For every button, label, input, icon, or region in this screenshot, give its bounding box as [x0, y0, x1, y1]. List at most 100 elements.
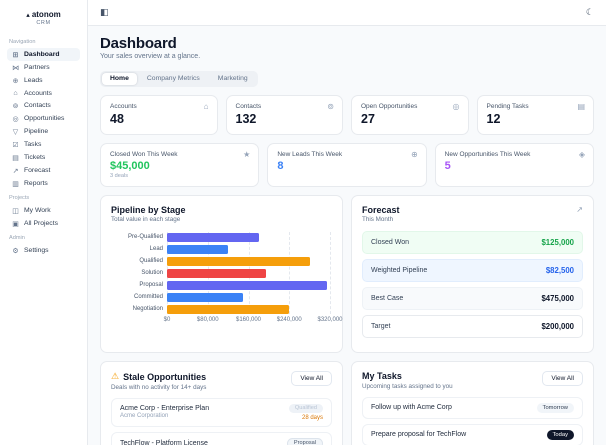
- sidebar-item-pipeline[interactable]: ▽ Pipeline: [7, 125, 80, 138]
- stale-subtitle: Deals with no activity for 14+ days: [111, 383, 207, 391]
- tasks-list: Follow up with Acme Corp Tomorrow Prepar…: [362, 396, 583, 445]
- partners-icon: ⋈: [12, 64, 19, 72]
- pipeline-chart: Pre-Qualified Lead Qualified Solution Pr…: [111, 231, 343, 325]
- tab-company-metrics[interactable]: Company Metrics: [139, 73, 208, 85]
- task-row[interactable]: Prepare proposal for TechFlow Today: [362, 423, 583, 445]
- stale-opportunity-meta: Proposal 21 days: [286, 437, 323, 445]
- main-area: ◧ ☾ Dashboard Your sales overview at a g…: [88, 0, 606, 445]
- sidebar-item-label: All Projects: [24, 220, 58, 227]
- sidebar-item-label: Contacts: [24, 102, 51, 109]
- stale-opportunity-row[interactable]: Acme Corp - Enterprise Plan Acme Corpora…: [111, 397, 332, 427]
- stat-value: 48: [110, 111, 124, 126]
- stat-label: Contacts: [235, 102, 262, 110]
- x-tick-label: $240,000: [276, 317, 302, 323]
- forecast-row: Best Case $475,000: [362, 287, 583, 310]
- chart-bar: [167, 280, 328, 290]
- sidebar-item-dashboard[interactable]: ⊞ Dashboard: [7, 48, 80, 61]
- logo-icon: ▴: [26, 11, 30, 19]
- accounts-icon: ⌂: [13, 89, 18, 97]
- sidebar-item-forecast[interactable]: ↗ Forecast: [7, 164, 80, 177]
- x-tick-label: $160,000: [235, 317, 262, 323]
- top-bar: ◧ ☾: [88, 0, 606, 26]
- stale-header: ⚠ Stale Opportunities Deals with no acti…: [111, 371, 206, 391]
- sidebar-item-all-projects[interactable]: ▣ All Projects: [7, 217, 80, 230]
- chart-bar-label: Pre-Qualified: [127, 234, 163, 240]
- sidebar-item-label: Dashboard: [24, 51, 60, 58]
- sidebar-item-tickets[interactable]: ▤ Tickets: [7, 151, 80, 164]
- stat-label: Pending Tasks: [486, 102, 529, 110]
- forecast-row-label: Closed Won: [371, 239, 410, 246]
- forecast-header: Forecast This Month: [362, 205, 400, 224]
- sidebar-item-accounts[interactable]: ⌂ Accounts: [7, 87, 80, 99]
- chart-bar-label: Qualified: [139, 258, 163, 264]
- chart-bar-label: Solution: [141, 270, 163, 276]
- sidebar-item-label: Settings: [24, 247, 49, 254]
- stale-opportunity-meta: Qualified 28 days: [288, 403, 323, 421]
- nav-section-items: ⚙ Settings: [7, 244, 80, 257]
- task-row[interactable]: Follow up with Acme Corp Tomorrow: [362, 396, 583, 419]
- chart-bar-label: Committed: [133, 294, 163, 300]
- sidebar-item-opportunities[interactable]: ◎ Opportunities: [7, 112, 80, 125]
- stale-opportunities-card: ⚠ Stale Opportunities Deals with no acti…: [100, 361, 343, 445]
- weekly-subtext: 3 deals: [110, 172, 129, 179]
- x-tick-label: $0: [163, 317, 171, 323]
- trophy-icon: ★: [243, 149, 251, 159]
- sidebar-item-label: Forecast: [24, 167, 51, 174]
- forecast-row-value: $82,500: [545, 266, 574, 275]
- forecast-row-label: Target: [371, 323, 391, 330]
- stat-label: Open Opportunities: [361, 102, 418, 110]
- sidebar-item-label: Partners: [24, 64, 50, 71]
- chart-track: [167, 280, 330, 290]
- sidebar-item-reports[interactable]: ▥ Reports: [7, 177, 80, 190]
- dashboard-icon: ⊞: [12, 51, 19, 59]
- weekly-label: New Opportunities This Week: [444, 150, 531, 158]
- stale-opportunities-list: Acme Corp - Enterprise Plan Acme Corpora…: [111, 397, 332, 445]
- chart-bars: Pre-Qualified Lead Qualified Solution Pr…: [111, 231, 332, 315]
- chart-row: Lead: [111, 243, 332, 255]
- task-name: Follow up with Acme Corp: [371, 404, 452, 411]
- stale-opportunity-row[interactable]: TechFlow - Platform License TechFlow Sol…: [111, 431, 332, 445]
- stat-card: Pending Tasks 12 ▤: [476, 94, 594, 135]
- stat-value: 27: [361, 111, 375, 126]
- sidebar-item-label: Pipeline: [24, 128, 49, 135]
- stale-view-all-button[interactable]: View All: [291, 371, 332, 386]
- warning-icon: ⚠: [111, 371, 120, 381]
- sidebar-toggle-icon[interactable]: ◧: [100, 7, 109, 18]
- theme-toggle-icon[interactable]: ☾: [586, 7, 594, 18]
- task-name: Prepare proposal for TechFlow: [371, 431, 467, 438]
- chart-track: [167, 256, 330, 266]
- sidebar-item-partners[interactable]: ⋈ Partners: [7, 61, 80, 74]
- sidebar-item-settings[interactable]: ⚙ Settings: [7, 244, 80, 257]
- chart-track: [167, 232, 330, 242]
- tasks-header: My Tasks Upcoming tasks assigned to you: [362, 371, 453, 390]
- forecast-subtitle: This Month: [362, 216, 394, 223]
- sidebar-item-label: My Work: [24, 207, 51, 214]
- sidebar-item-label: Reports: [24, 180, 48, 187]
- my-tasks-card: My Tasks Upcoming tasks assigned to you …: [351, 361, 594, 445]
- stat-label: Accounts: [110, 102, 137, 110]
- chart-row: Committed: [111, 291, 332, 303]
- contacts-icon: ⊚: [12, 102, 19, 110]
- tab-marketing[interactable]: Marketing: [210, 73, 256, 85]
- weekly-stat-card: New Opportunities This Week 5 ◈: [434, 142, 594, 187]
- sidebar-item-contacts[interactable]: ⊚ Contacts: [7, 99, 80, 112]
- tasks-view-all-button[interactable]: View All: [542, 371, 583, 386]
- charts-row: Pipeline by Stage Total value in each st…: [100, 194, 594, 353]
- tab-home[interactable]: Home: [102, 72, 137, 85]
- stat-card: Open Opportunities 27 ◎: [351, 94, 469, 135]
- stale-opportunity-info: TechFlow - Platform License TechFlow Sol…: [120, 440, 208, 445]
- sidebar-item-my-work[interactable]: ◫ My Work: [7, 204, 80, 217]
- nav-section: Admin ⚙ Settings: [0, 235, 87, 257]
- sidebar-item-leads[interactable]: ⊕ Leads: [7, 74, 80, 87]
- clipboard-icon: ▤: [577, 101, 585, 111]
- dashboard-content: Dashboard Your sales overview at a glanc…: [88, 26, 606, 445]
- stale-title: Stale Opportunities: [123, 371, 207, 382]
- chart-bar-label: Proposal: [139, 282, 163, 288]
- weekly-value: $45,000: [110, 159, 150, 172]
- tickets-icon: ▤: [12, 154, 19, 162]
- stat-card: Contacts 132 ⊚: [225, 94, 343, 135]
- forecast-card: Forecast This Month ↗ Closed Won $125,00…: [351, 194, 594, 353]
- page-subtitle: Your sales overview at a glance.: [100, 53, 201, 60]
- sidebar-item-tasks[interactable]: ☑ Tasks: [7, 138, 80, 151]
- logo: ▴ atonom CRM: [0, 7, 87, 34]
